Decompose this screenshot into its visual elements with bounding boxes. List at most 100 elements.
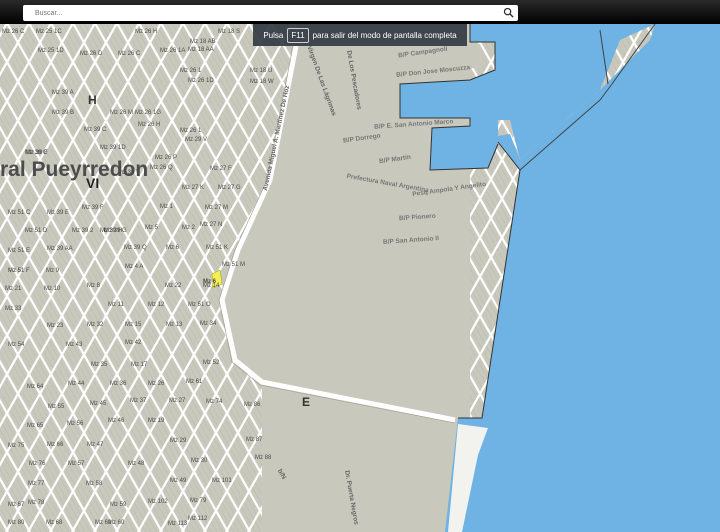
block-label: Mz 113 [168,521,188,527]
block-label: Mz 87 [246,437,263,443]
block-label: Mz 55 [48,404,65,410]
block-label: Mz 8 [87,283,101,289]
block-label: Mz 43 [66,342,83,348]
block-label: Mz 45 [90,401,107,407]
map-view[interactable]: ral Pueyrredon VI H E Avenida Miguel A. … [0,0,720,532]
block-label: Mz 86 [244,402,261,408]
block-label: Mz 34 [200,321,217,327]
block-label: Mz 13 [166,322,183,328]
block-label: Mz 32 [87,322,104,328]
block-label: Mz 88 [255,455,272,461]
block-label: Mz 39 B [52,110,75,116]
block-label: Mz 69 [95,520,112,526]
block-label: Mz 39 A [52,90,74,96]
block-label: Mz 26 1 [180,128,202,134]
block-label: Mz 6 [166,245,180,251]
block-label: Mz 39 2 [72,228,94,234]
block-label: Mz 26 1G [135,110,162,116]
block-label: Mz 51 C [8,210,31,216]
block-label: Mz 26 Q [150,165,173,171]
selected-block-label[interactable]: Mz 6 [203,279,216,285]
block-label: Mz 27 N [200,222,223,228]
block-label: Mz 15 [125,322,142,328]
block-label: Mz 27 F [210,166,232,172]
block-label: Mz 2 [182,225,196,231]
block-label: Mz 22 [165,283,182,289]
fullscreen-text-after: para salir del modo de pantalla completa [312,30,457,40]
block-label: Mz 78 [28,500,45,506]
block-label: Mz 39 AA [47,246,73,252]
block-label: Mz 46 [108,418,125,424]
block-label: Mz 61 [186,379,203,385]
search-icon[interactable] [503,7,514,18]
block-label: Mz 65 [27,423,44,429]
block-label: Mz 29 V [185,137,208,143]
block-label: Mz 26 H [135,29,158,35]
block-label: Mz 17 [131,362,148,368]
block-label: Mz 35 [91,362,108,368]
block-label: Mz 75 [8,443,25,449]
block-label: Mz 39 C [25,150,48,156]
block-label: Mz 64 [27,384,44,390]
block-label: Mz 67 [8,502,25,508]
block-label: Mz 12 [148,302,165,308]
block-label: Mz 79 [190,498,207,504]
block-label: Mz 51 M [222,262,246,268]
district-roman: VI [86,175,100,191]
block-label: Mz 49 [170,478,187,484]
block-label: Mz 4 A [125,264,144,270]
block-label: Mz 76 [29,461,46,467]
block-label: Mz 51 D [25,228,48,234]
block-label: Mz 29 [170,438,187,444]
block-label: Mz 74 [206,399,223,405]
fullscreen-banner: Pulsa F11 para salir del modo de pantall… [253,24,467,46]
block-label: Mz 51 K [206,245,229,251]
block-label: Mz 26 H [138,122,161,128]
block-label: Mz 26 M [110,110,134,116]
fullscreen-text-before: Pulsa [263,30,284,40]
block-label: Mz 101 [212,478,232,484]
block-label: Mz 39 F [82,205,104,211]
block-label: Mz 112 [188,516,208,522]
top-bar [0,0,720,24]
block-label: Mz 58 [86,481,103,487]
block-label: Mz 26 C [2,29,25,35]
block-label: Mz 10 [44,286,61,292]
block-label: Mz 27 G [218,185,241,191]
block-label: Mz 54 [8,342,25,348]
block-label: Mz 77 [28,481,45,487]
block-label: Mz 27 [169,398,186,404]
block-label: Mz 80 [8,520,25,526]
block-label: Mz 27 K [182,185,205,191]
block-label: Mz 26 C [118,51,141,57]
block-label: Mz 66 [47,442,64,448]
block-label: Mz 47 [87,442,104,448]
block-label: Mz 25 1D [38,48,64,54]
block-label: Mz 21 [5,286,22,292]
letter-h: H [88,93,97,107]
block-label: Mz 19 [148,418,165,424]
block-label: Mz 57 [68,461,85,467]
block-label: Mz 51 E [8,248,31,254]
block-label: Mz 26 1A [160,48,186,54]
block-label: Mz 59 [110,502,127,508]
block-label: Mz 5 [145,225,159,231]
block-label: Mz 39 T [118,170,140,176]
block-label: Mz 26 [148,381,165,387]
search-box[interactable] [23,5,518,21]
block-label: Mz 26 1D [188,78,214,84]
block-label: Mz 42 [125,340,142,346]
block-label: Mz 37 [130,398,147,404]
block-label: Mz 51 O [188,302,211,308]
search-input[interactable] [35,6,495,20]
block-label: Mz 102 [148,499,168,505]
block-label: Mz 52 [203,360,220,366]
block-label: Mz 48 [128,461,145,467]
block-label: Mz 18 W [250,79,274,85]
block-label: Mz 39 1D [100,145,126,151]
block-label: Mz 18 S [218,29,241,35]
block-label: Mz 44 [68,381,85,387]
map-canvas[interactable] [0,0,720,532]
block-label: Mz 27 M [205,205,229,211]
block-label: Mz 25 1C [36,29,62,35]
